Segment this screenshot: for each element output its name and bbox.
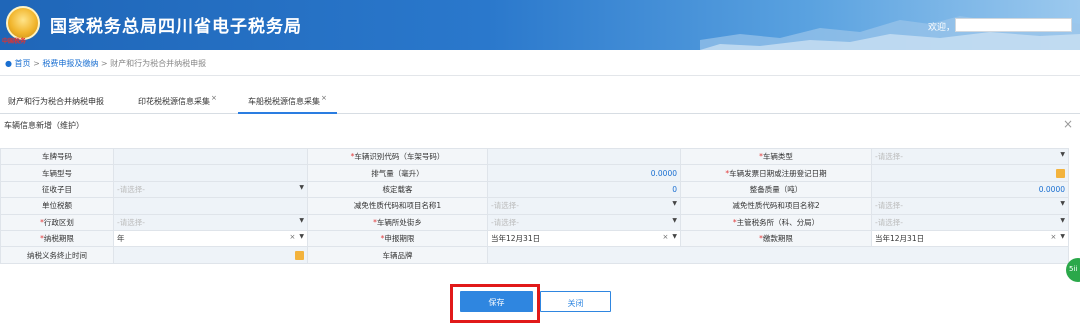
breadcrumb: ● 首页 > 税费申报及缴纳 > 财产和行为税合并纳税申报 bbox=[0, 50, 1080, 76]
breadcrumb-sep: > bbox=[33, 59, 40, 68]
tab-combined-tax-filing[interactable]: 财产和行为税合并纳税申报 bbox=[8, 90, 104, 114]
form-row: *纳税期限 ▼ × 年 *申报期限 ▼ × 当年12月31日 *缴款期限 ▼ × 当年12月31日 bbox=[0, 229, 1069, 248]
caret-down-icon[interactable]: ▼ bbox=[672, 233, 677, 240]
number-input[interactable]: 0.0000 bbox=[871, 180, 1069, 199]
select-field[interactable]: ▼ -请选择- bbox=[487, 213, 681, 231]
field-label: 车牌号码 bbox=[0, 147, 114, 166]
text-input[interactable] bbox=[113, 197, 308, 215]
tab-vehicle-tax-source[interactable]: 车船税税源信息采集× bbox=[238, 90, 337, 114]
save-button[interactable]: 保存 bbox=[460, 291, 533, 312]
form-row: 车辆型号 排气量（毫升） 0.0000 *车辆发票日期或注册登记日期 bbox=[0, 164, 1069, 182]
number-input[interactable]: 0.0000 bbox=[487, 164, 681, 182]
caret-down-icon[interactable]: ▼ bbox=[1060, 151, 1065, 158]
caret-down-icon[interactable]: ▼ bbox=[299, 217, 304, 224]
text-input[interactable] bbox=[113, 147, 308, 166]
form-row: 征收子目 ▼ -请选择- 核定载客 0 整备质量（吨） 0.0000 bbox=[0, 180, 1069, 199]
field-label: *车辆识别代码（车架号码） bbox=[307, 147, 488, 166]
select-field[interactable]: ▼ -请选择- bbox=[113, 213, 308, 231]
field-label: *主管税务所（科、分局） bbox=[680, 213, 872, 231]
field-label: 排气量（毫升） bbox=[307, 164, 488, 182]
vehicle-info-form: 车牌号码 *车辆识别代码（车架号码） *车辆类型 ▼ -请选择- 车辆型号 排气量（毫升） 0… bbox=[0, 147, 1069, 264]
number-input[interactable]: 0 bbox=[487, 180, 681, 199]
form-row: *行政区划 ▼ -请选择- *车辆所处街乡 ▼ -请选择- *主管税务所（科、分局） ▼ -请选… bbox=[0, 213, 1069, 231]
location-pin-icon: ● bbox=[5, 59, 12, 68]
caret-down-icon[interactable]: ▼ bbox=[1060, 233, 1065, 240]
field-label: 纳税义务终止时间 bbox=[0, 246, 114, 264]
field-label: *缴款期限 bbox=[680, 229, 872, 248]
field-label: 单位税额 bbox=[0, 197, 114, 215]
breadcrumb-sep: > bbox=[100, 59, 108, 68]
field-label: 车辆型号 bbox=[0, 164, 114, 182]
date-field[interactable] bbox=[113, 246, 308, 264]
select-field[interactable]: ▼ -请选择- bbox=[871, 197, 1069, 215]
site-header: 中国税务 国家税务总局四川省电子税务局 欢迎， bbox=[0, 0, 1080, 50]
field-label: 核定载客 bbox=[307, 180, 488, 199]
select-field[interactable]: ▼ × 当年12月31日 bbox=[487, 229, 681, 248]
breadcrumb-tax-filing[interactable]: 税费申报及缴纳 bbox=[42, 59, 98, 68]
text-input[interactable] bbox=[487, 246, 1069, 264]
text-input[interactable] bbox=[487, 147, 681, 166]
select-field[interactable]: ▼ × 当年12月31日 bbox=[871, 229, 1069, 248]
clear-icon[interactable]: × bbox=[663, 233, 669, 241]
section-title: 车辆信息新增（维护） bbox=[4, 121, 84, 130]
tab-bar: 财产和行为税合并纳税申报 印花税税源信息采集× 车船税税源信息采集× bbox=[0, 90, 1080, 114]
caret-down-icon[interactable]: ▼ bbox=[672, 217, 677, 224]
text-input[interactable] bbox=[113, 164, 308, 182]
breadcrumb-home[interactable]: 首页 bbox=[15, 59, 31, 68]
select-field[interactable]: ▼ -请选择- bbox=[871, 147, 1069, 166]
tab-close-icon[interactable]: × bbox=[321, 94, 327, 102]
clear-icon[interactable]: × bbox=[1051, 233, 1057, 241]
select-field[interactable]: ▼ -请选择- bbox=[871, 213, 1069, 231]
select-field[interactable]: ▼ × 年 bbox=[113, 229, 308, 248]
close-icon[interactable]: × bbox=[1063, 117, 1073, 131]
field-label: 整备质量（吨） bbox=[680, 180, 872, 199]
tax-emblem-icon bbox=[6, 6, 40, 40]
field-label: *申报期限 bbox=[307, 229, 488, 248]
caret-down-icon[interactable]: ▼ bbox=[1060, 200, 1065, 207]
calendar-icon[interactable] bbox=[1056, 169, 1065, 179]
emblem-caption: 中国税务 bbox=[2, 38, 27, 45]
date-field[interactable] bbox=[871, 164, 1069, 182]
breadcrumb-current: 财产和行为税合并纳税申报 bbox=[110, 59, 207, 68]
caret-down-icon[interactable]: ▼ bbox=[672, 200, 677, 207]
select-field[interactable]: ▼ -请选择- bbox=[113, 180, 308, 199]
calendar-icon[interactable] bbox=[295, 251, 304, 261]
form-row: 车牌号码 *车辆识别代码（车架号码） *车辆类型 ▼ -请选择- bbox=[0, 147, 1069, 166]
select-field[interactable]: ▼ -请选择- bbox=[487, 197, 681, 215]
floating-assistant-badge[interactable]: 5ii bbox=[1066, 258, 1080, 282]
caret-down-icon[interactable]: ▼ bbox=[1060, 217, 1065, 224]
field-label: *车辆类型 bbox=[680, 147, 872, 166]
caret-down-icon[interactable]: ▼ bbox=[299, 233, 304, 240]
field-label: 减免性质代码和项目名称2 bbox=[680, 197, 872, 215]
field-label: *车辆发票日期或注册登记日期 bbox=[680, 164, 872, 182]
tab-close-icon[interactable]: × bbox=[211, 94, 217, 102]
form-row: 纳税义务终止时间 车辆品牌 bbox=[0, 246, 1069, 264]
field-label: *纳税期限 bbox=[0, 229, 114, 248]
field-label: *车辆所处街乡 bbox=[307, 213, 488, 231]
clear-icon[interactable]: × bbox=[290, 233, 296, 241]
field-label: 车辆品牌 bbox=[307, 246, 488, 264]
tab-stamp-tax-source[interactable]: 印花税税源信息采集× bbox=[138, 90, 217, 114]
field-label: *行政区划 bbox=[0, 213, 114, 231]
welcome-text: 欢迎， bbox=[928, 23, 956, 33]
caret-down-icon[interactable]: ▼ bbox=[299, 184, 304, 191]
close-button[interactable]: 关闭 bbox=[540, 291, 611, 312]
site-title: 国家税务总局四川省电子税务局 bbox=[50, 17, 302, 37]
user-name-field[interactable] bbox=[955, 18, 1072, 32]
form-row: 单位税额 减免性质代码和项目名称1 ▼ -请选择- 减免性质代码和项目名称2 ▼ -请选择- bbox=[0, 197, 1069, 215]
field-label: 减免性质代码和项目名称1 bbox=[307, 197, 488, 215]
field-label: 征收子目 bbox=[0, 180, 114, 199]
